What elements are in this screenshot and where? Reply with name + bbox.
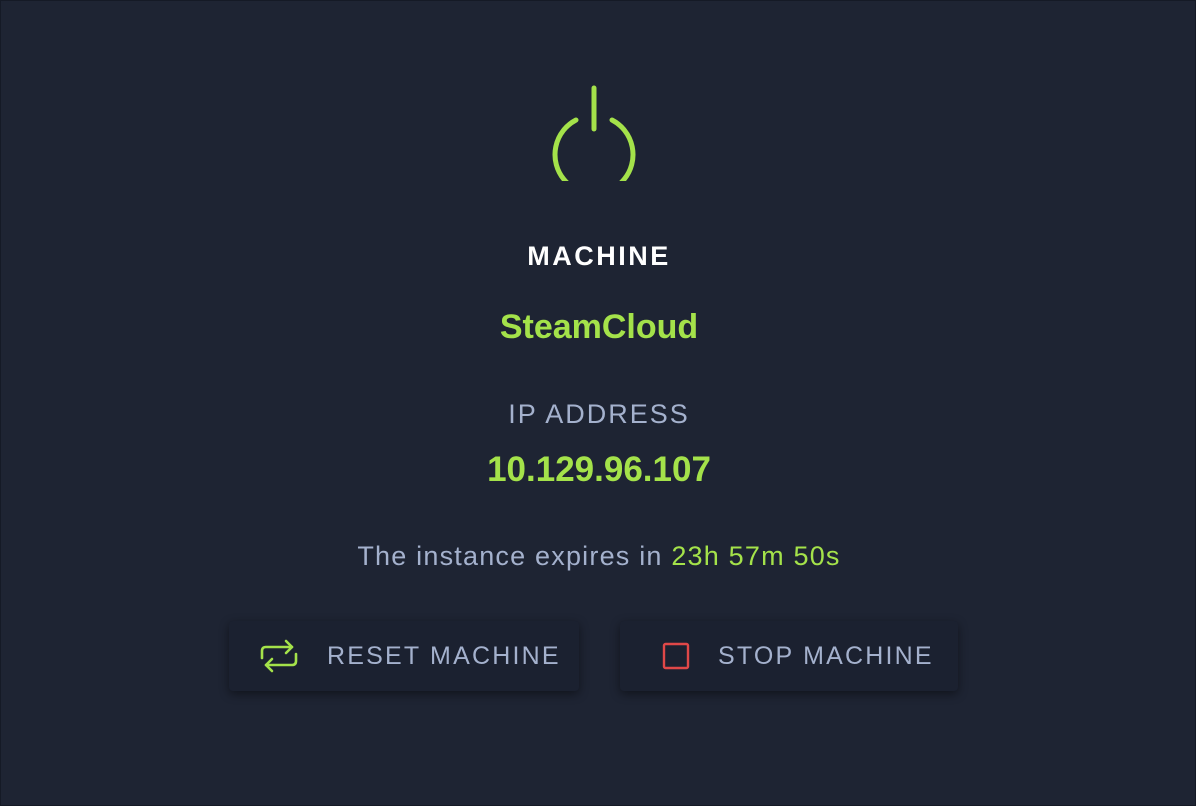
stop-machine-button[interactable]: STOP MACHINE bbox=[620, 621, 958, 691]
refresh-icon bbox=[260, 639, 298, 673]
power-icon bbox=[552, 85, 636, 181]
expiry-timer: 23h 57m 50s bbox=[671, 541, 841, 571]
expiry-prefix: The instance expires in bbox=[357, 541, 672, 571]
reset-machine-button[interactable]: RESET MACHINE bbox=[229, 621, 579, 691]
stop-machine-label: STOP MACHINE bbox=[718, 641, 934, 670]
machine-name: SteamCloud bbox=[499, 308, 699, 346]
expiry-text: The instance expires in 23h 57m 50s bbox=[1, 541, 1196, 572]
reset-machine-label: RESET MACHINE bbox=[327, 641, 561, 670]
ip-address-value[interactable]: 10.129.96.107 bbox=[1, 450, 1196, 490]
machine-panel: MACHINE SteamCloud IP ADDRESS 10.129.96.… bbox=[0, 0, 1196, 806]
ip-address-label: IP ADDRESS bbox=[508, 399, 690, 429]
machine-heading: MACHINE bbox=[527, 241, 671, 271]
stop-icon bbox=[662, 642, 690, 670]
